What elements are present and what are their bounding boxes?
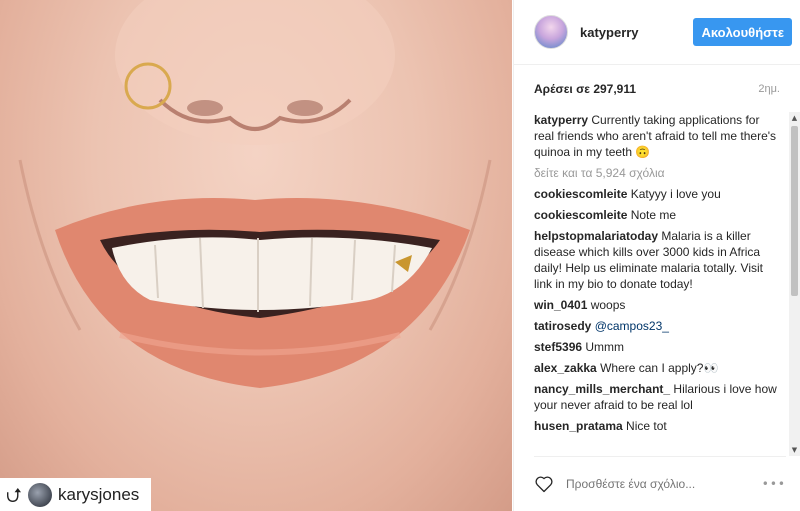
comment-item: helpstopmalariatoday Malaria is a killer… [534,228,778,292]
comment-item: tatirosedy @campos23_ [534,318,778,334]
comment-mention-link[interactable]: @campos23_ [595,319,669,333]
photo-illustration [18,0,492,388]
comments-scrollbar[interactable]: ▲ ▼ [789,112,800,456]
comment-username[interactable]: win_0401 [534,298,587,312]
comment-text: Nice tot [626,419,667,433]
caption: katyperry Currently taking applications … [534,112,778,160]
repost-avatar [28,482,53,507]
heart-icon[interactable] [534,474,554,494]
comment-username[interactable]: tatirosedy [534,319,591,333]
more-options-icon[interactable]: ••• [762,477,786,491]
view-all-comments-link[interactable]: δείτε και τα 5,924 σχόλια [534,165,778,181]
comments-list[interactable]: katyperry Currently taking applications … [514,112,800,456]
comment-username[interactable]: husen_pratama [534,419,623,433]
scroll-up-arrow-icon[interactable]: ▲ [789,112,800,124]
post-photo[interactable]: ⮍ karysjones [0,0,512,511]
comment-item: cookiescomleite Note me [534,207,778,223]
follow-button[interactable]: Ακολουθήστε [693,18,792,46]
add-comment-input[interactable] [566,477,756,491]
comment-username[interactable]: nancy_mills_merchant_ [534,382,670,396]
comment-text: Where can I apply?👀 [600,361,719,375]
author-username[interactable]: katyperry [580,25,639,40]
caption-username[interactable]: katyperry [534,113,588,127]
repost-icon: ⮍ [6,482,23,507]
comment-item: alex_zakka Where can I apply?👀 [534,360,778,376]
comment-text: woops [590,298,626,312]
comment-username[interactable]: cookiescomleite [534,208,627,222]
repost-username[interactable]: karysjones [58,485,139,505]
post-timestamp[interactable]: 2ημ. [758,83,780,95]
comment-item: nancy_mills_merchant_ Hilarious i love h… [534,381,778,413]
post-side-panel: katyperry Ακολουθήστε Αρέσει σε 297,911 … [513,0,800,511]
comment-username[interactable]: helpstopmalariatoday [534,229,658,243]
comment-username[interactable]: cookiescomleite [534,187,627,201]
comment-text: Ummm [585,340,625,354]
comment-username[interactable]: alex_zakka [534,361,597,375]
avatar[interactable] [534,15,568,49]
scroll-down-arrow-icon[interactable]: ▼ [789,444,800,456]
post-header: katyperry Ακολουθήστε [514,0,800,65]
comment-composer: ••• [534,456,786,511]
comment-text: Note me [630,208,677,222]
likes-row: Αρέσει σε 297,911 2ημ. [514,65,800,112]
repost-tag[interactable]: ⮍ karysjones [0,478,152,511]
comment-item: win_0401 woops [534,297,778,313]
comment-text: Katyyy i love you [630,187,721,201]
scrollbar-thumb[interactable] [791,126,798,296]
comment-username[interactable]: stef5396 [534,340,582,354]
comment-item: husen_pratama Nice tot [534,418,778,434]
comment-item: stef5396 Ummm [534,339,778,355]
comment-item: cookiescomleite Katyyy i love you [534,186,778,202]
likes-count[interactable]: Αρέσει σε 297,911 [534,82,636,96]
